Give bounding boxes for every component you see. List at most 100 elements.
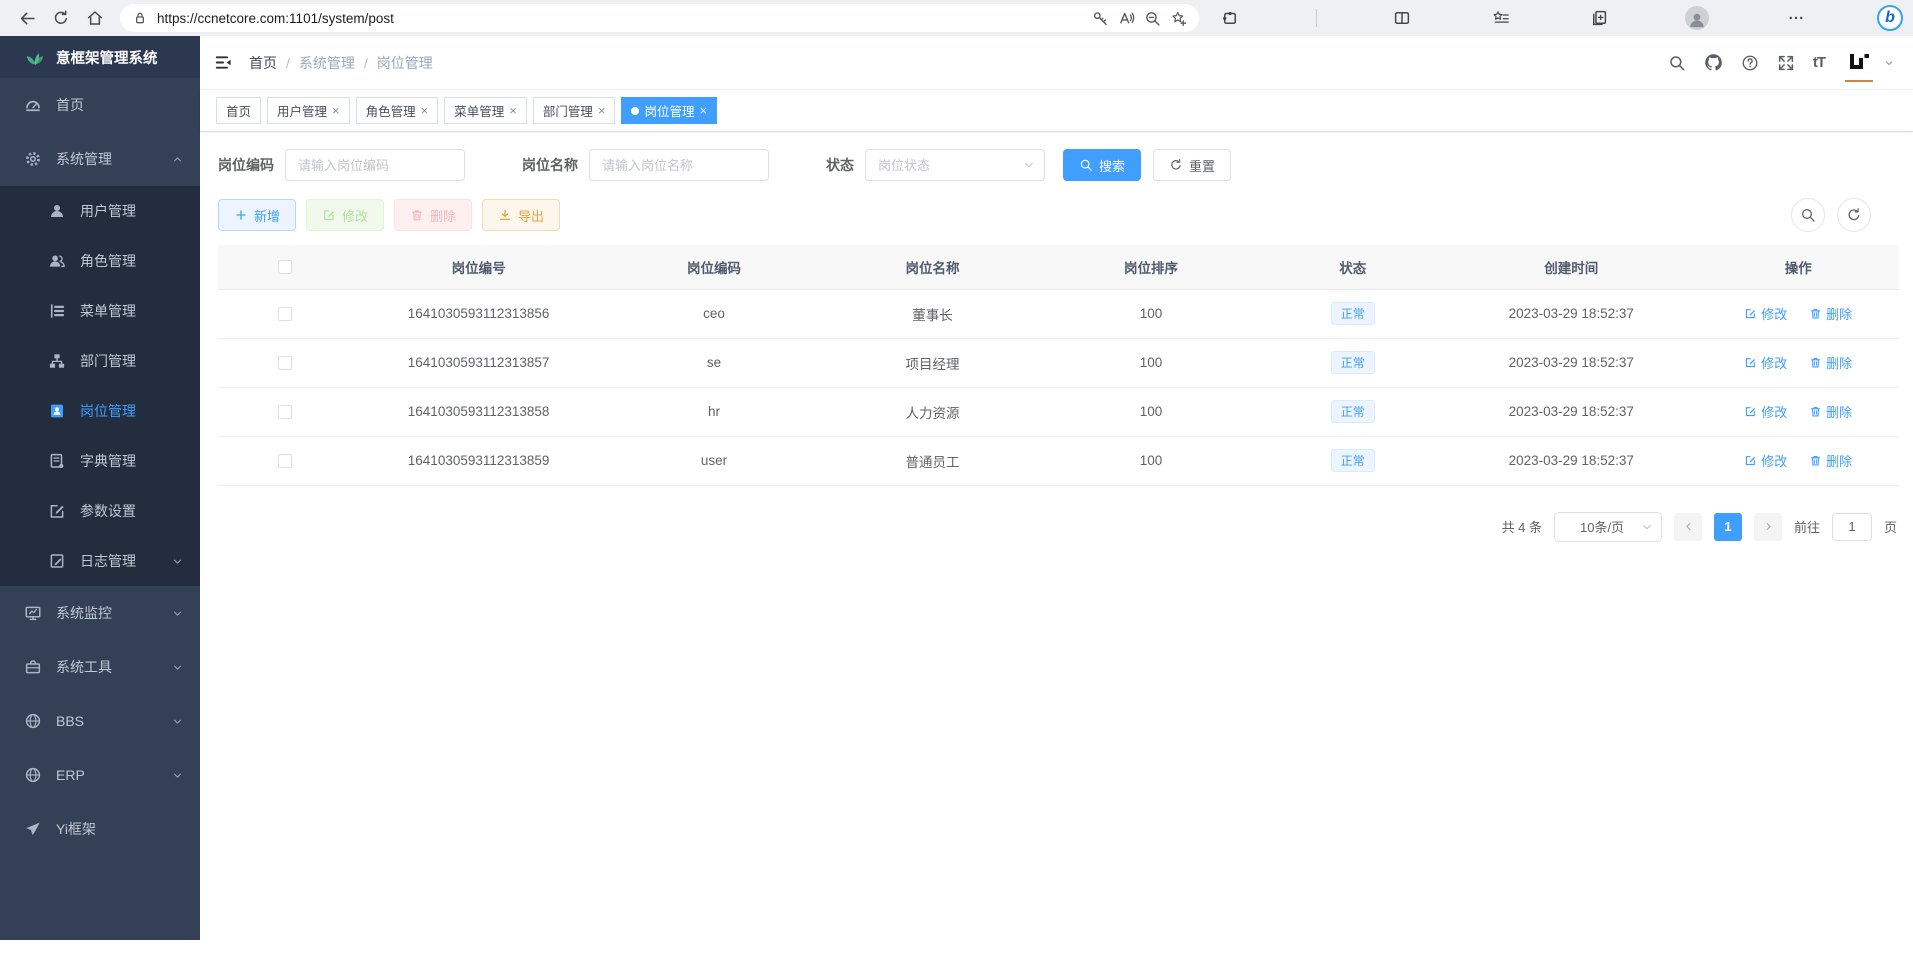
edit-button[interactable]: 修改 — [306, 199, 384, 231]
toggle-search-button[interactable] — [1791, 198, 1825, 232]
sidebar-item-user-management[interactable]: 用户管理 — [0, 186, 200, 236]
post-name-input[interactable] — [589, 149, 769, 181]
sidebar-item-system-management[interactable]: 系统管理 — [0, 132, 200, 186]
tab-close-icon[interactable]: × — [699, 104, 707, 117]
zoom-out-icon[interactable] — [1144, 10, 1161, 27]
password-key-icon[interactable] — [1092, 10, 1109, 27]
sidebar-item-dict-management[interactable]: 字典管理 — [0, 436, 200, 486]
address-bar[interactable]: https://ccnetcore.com:1101/system/post — [120, 4, 1199, 32]
browser-refresh-button[interactable] — [44, 3, 78, 33]
header-search-button[interactable] — [1668, 54, 1686, 72]
goto-page-input[interactable] — [1832, 513, 1872, 541]
breadcrumb-home[interactable]: 首页 — [249, 53, 277, 73]
browser-back-button[interactable] — [10, 3, 44, 33]
tab-close-icon[interactable]: × — [421, 104, 429, 117]
extensions-button[interactable] — [1213, 3, 1247, 33]
page-size-select[interactable] — [1554, 512, 1662, 542]
breadcrumb-current: 岗位管理 — [377, 53, 433, 73]
fullscreen-button[interactable] — [1777, 54, 1795, 72]
read-aloud-icon[interactable] — [1118, 10, 1135, 27]
row-edit-link[interactable]: 修改 — [1744, 402, 1787, 421]
sidebar-item-post-management[interactable]: 岗位管理 — [0, 386, 200, 436]
browser-menu-button[interactable] — [1779, 3, 1813, 33]
user-avatar-dropdown[interactable] — [1843, 47, 1895, 79]
tab-user-management[interactable]: 用户管理× — [267, 97, 350, 124]
delete-button[interactable]: 删除 — [394, 199, 472, 231]
status-select[interactable] — [865, 149, 1045, 181]
add-button[interactable]: 新增 — [218, 199, 296, 231]
tab-close-icon[interactable]: × — [509, 104, 517, 117]
row-delete-link[interactable]: 删除 — [1809, 304, 1852, 323]
globe-icon — [24, 712, 42, 730]
font-size-button[interactable] — [1813, 54, 1825, 71]
url-text[interactable]: https://ccnetcore.com:1101/system/post — [157, 11, 1083, 26]
collections-button[interactable] — [1582, 3, 1616, 33]
tab-home[interactable]: 首页 — [216, 97, 261, 124]
sidebar-item-label: 日志管理 — [80, 551, 136, 571]
favorites-button[interactable] — [1484, 3, 1518, 33]
fullscreen-icon — [1777, 54, 1795, 72]
post-code-label: 岗位编码 — [218, 155, 274, 175]
search-button[interactable]: 搜索 — [1063, 149, 1141, 181]
sidebar-item-role-management[interactable]: 角色管理 — [0, 236, 200, 286]
browser-home-button[interactable] — [78, 3, 112, 33]
export-button[interactable]: 导出 — [482, 199, 560, 231]
trash-icon — [1809, 454, 1822, 467]
help-button[interactable] — [1741, 54, 1759, 72]
sidebar-item-bbs[interactable]: BBS — [0, 694, 200, 748]
tab-close-icon[interactable]: × — [598, 104, 606, 117]
row-delete-link[interactable]: 删除 — [1809, 451, 1852, 470]
column-post-name: 岗位名称 — [823, 245, 1042, 289]
row-checkbox[interactable] — [278, 405, 292, 419]
leaf-logo-icon — [24, 46, 46, 68]
sidebar-item-label: 系统工具 — [56, 657, 112, 677]
tab-role-management[interactable]: 角色管理× — [356, 97, 439, 124]
post-code-input[interactable] — [285, 149, 465, 181]
next-page-button[interactable] — [1754, 513, 1782, 541]
copilot-button[interactable]: b — [1877, 5, 1903, 31]
sidebar-item-log-management[interactable]: 日志管理 — [0, 536, 200, 586]
back-arrow-icon — [18, 9, 37, 28]
status-label: 状态 — [826, 155, 854, 175]
sidebar-item-dept-management[interactable]: 部门管理 — [0, 336, 200, 386]
sidebar-item-param-settings[interactable]: 参数设置 — [0, 486, 200, 536]
sidebar-item-home[interactable]: 首页 — [0, 78, 200, 132]
tab-close-icon[interactable]: × — [332, 104, 340, 117]
row-edit-link[interactable]: 修改 — [1744, 451, 1787, 470]
sidebar-item-system-tools[interactable]: 系统工具 — [0, 640, 200, 694]
sidebar-collapse-button[interactable] — [214, 53, 233, 72]
select-all-checkbox[interactable] — [278, 260, 292, 274]
page-1-button[interactable]: 1 — [1714, 513, 1742, 541]
favorites-list-icon — [1492, 9, 1510, 27]
total-count: 共 4 条 — [1502, 517, 1542, 536]
chevron-right-icon — [1762, 520, 1775, 533]
row-delete-link[interactable]: 删除 — [1809, 353, 1852, 372]
question-icon — [1741, 54, 1759, 72]
row-checkbox[interactable] — [278, 454, 292, 468]
row-edit-link[interactable]: 修改 — [1744, 353, 1787, 372]
sidebar-item-yi-framework[interactable]: Yi框架 — [0, 802, 200, 856]
row-edit-link[interactable]: 修改 — [1744, 304, 1787, 323]
app-logo: 意框架管理系统 — [0, 36, 200, 78]
add-favorite-icon[interactable] — [1170, 10, 1187, 27]
sidebar-item-system-monitor[interactable]: 系统监控 — [0, 586, 200, 640]
reset-button[interactable]: 重置 — [1153, 149, 1231, 181]
prev-page-button[interactable] — [1674, 513, 1702, 541]
chevron-down-icon — [1640, 520, 1654, 534]
tab-dept-management[interactable]: 部门管理× — [533, 97, 616, 124]
github-link[interactable] — [1704, 53, 1723, 72]
sidebar-item-erp[interactable]: ERP — [0, 748, 200, 802]
split-screen-button[interactable] — [1385, 3, 1419, 33]
tab-post-management[interactable]: 岗位管理× — [621, 97, 717, 124]
browser-profile-button[interactable] — [1680, 3, 1714, 33]
cell-post-code: user — [605, 436, 824, 485]
cell-post-sort: 100 — [1042, 338, 1261, 387]
row-checkbox[interactable] — [278, 356, 292, 370]
row-checkbox[interactable] — [278, 307, 292, 321]
sidebar-item-menu-management[interactable]: 菜单管理 — [0, 286, 200, 336]
breadcrumb-system: 系统管理 — [299, 53, 355, 73]
row-delete-link[interactable]: 删除 — [1809, 402, 1852, 421]
gear-icon — [24, 150, 42, 168]
tab-menu-management[interactable]: 菜单管理× — [444, 97, 527, 124]
refresh-table-button[interactable] — [1837, 198, 1871, 232]
